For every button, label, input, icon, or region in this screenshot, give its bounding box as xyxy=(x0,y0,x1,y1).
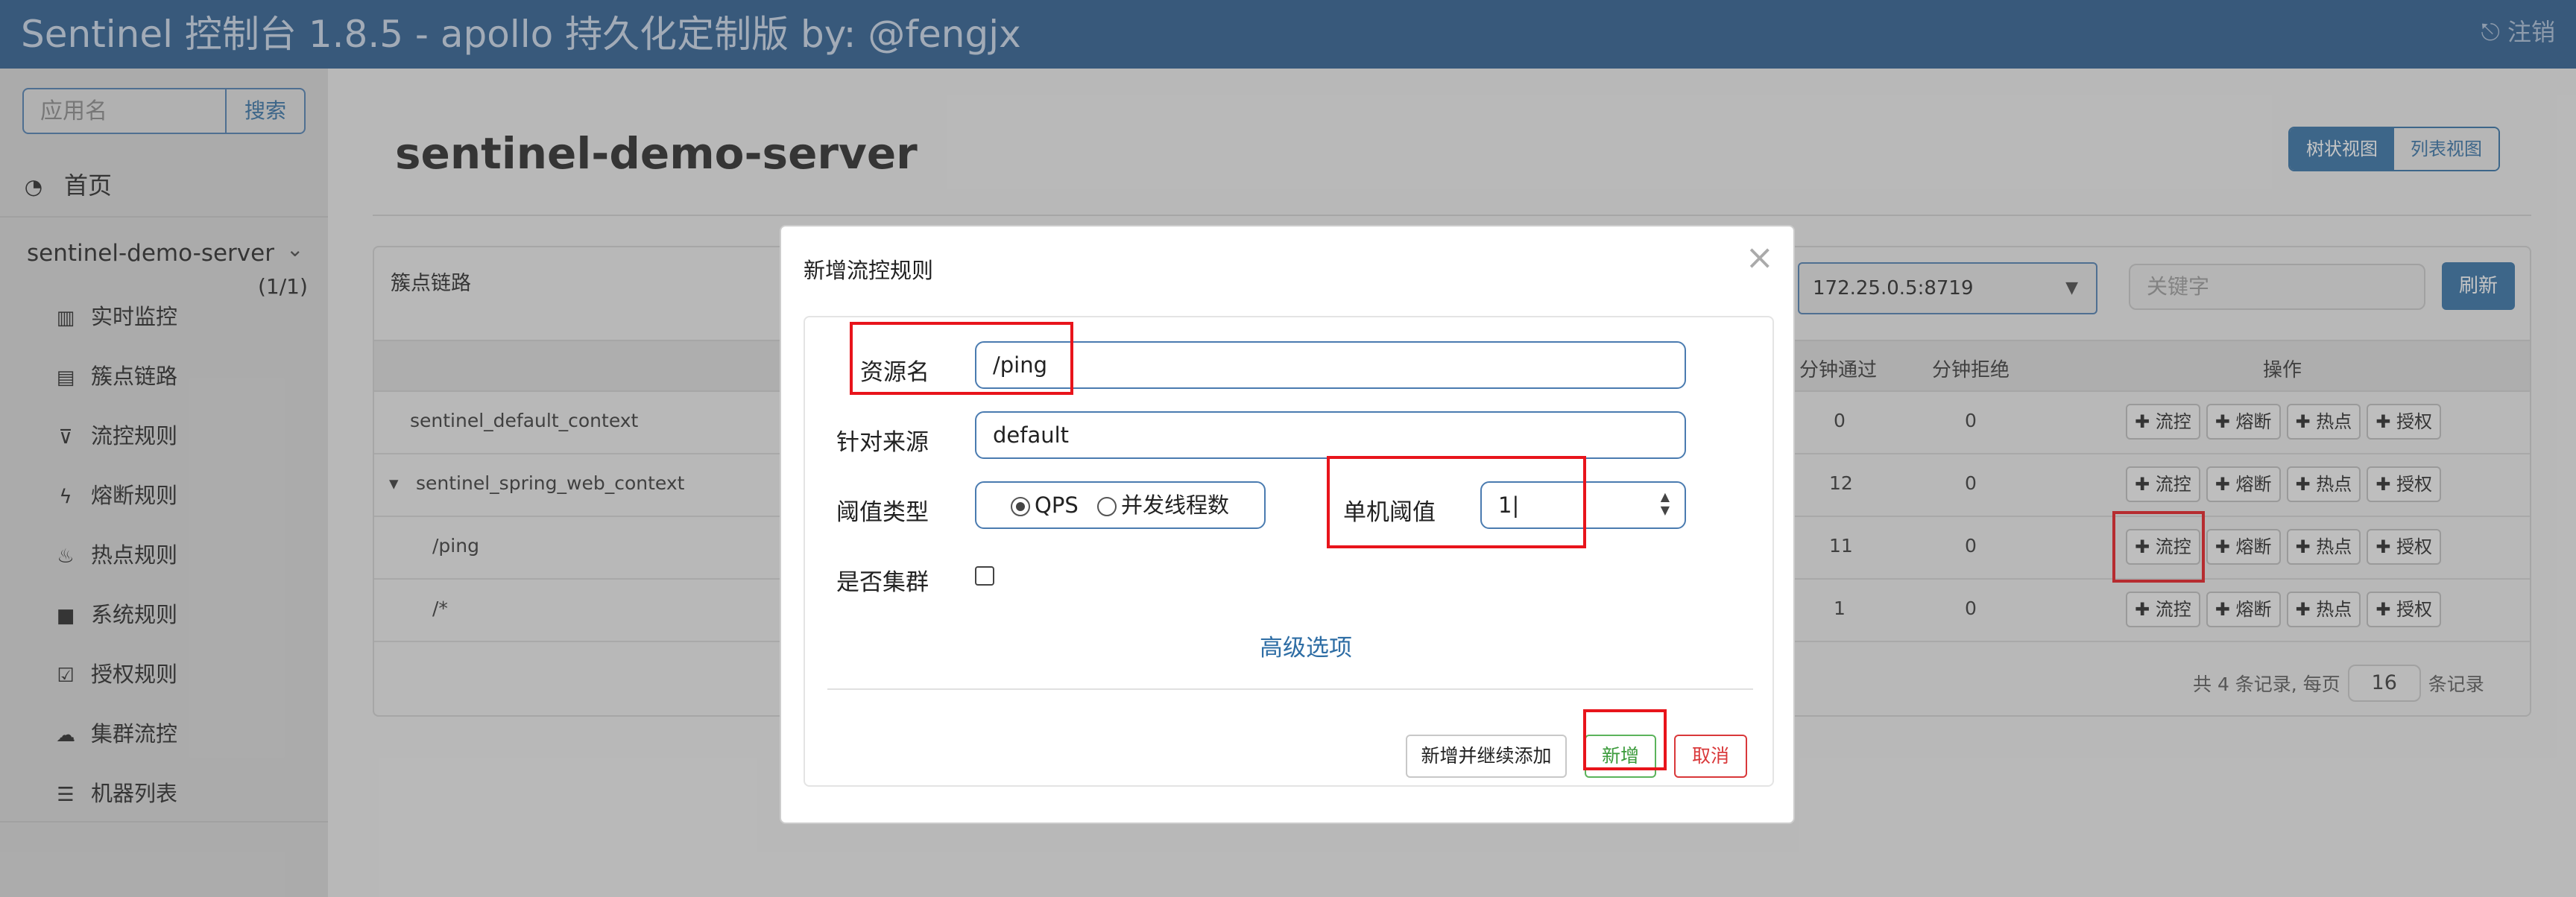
origin-label: 针对来源 xyxy=(836,429,929,456)
grade-label: 阈值类型 xyxy=(836,499,929,526)
cluster-label: 是否集群 xyxy=(836,569,929,596)
annotation-box xyxy=(850,322,1073,395)
grade-radio-group: QPS 并发线程数 xyxy=(975,481,1266,529)
annotation-box xyxy=(1327,456,1586,548)
close-icon[interactable]: × xyxy=(1745,237,1774,277)
cluster-checkbox[interactable] xyxy=(975,566,994,586)
thread-radio[interactable] xyxy=(1096,497,1117,516)
stepper-icon[interactable]: ▲ ▼ xyxy=(1661,490,1670,517)
qps-radio[interactable] xyxy=(1011,497,1030,516)
annotation-box xyxy=(1583,709,1667,770)
cancel-button[interactable]: 取消 xyxy=(1674,735,1747,778)
form-divider xyxy=(827,688,1753,690)
dialog-title: 新增流控规则 xyxy=(804,258,934,283)
qps-label: QPS xyxy=(1035,492,1079,518)
resource-input[interactable]: /ping xyxy=(975,341,1686,389)
origin-input[interactable]: default xyxy=(975,411,1686,459)
advanced-options-link[interactable]: 高级选项 xyxy=(1260,629,1352,662)
thread-label: 并发线程数 xyxy=(1120,492,1229,518)
add-and-continue-button[interactable]: 新增并继续添加 xyxy=(1406,735,1567,778)
